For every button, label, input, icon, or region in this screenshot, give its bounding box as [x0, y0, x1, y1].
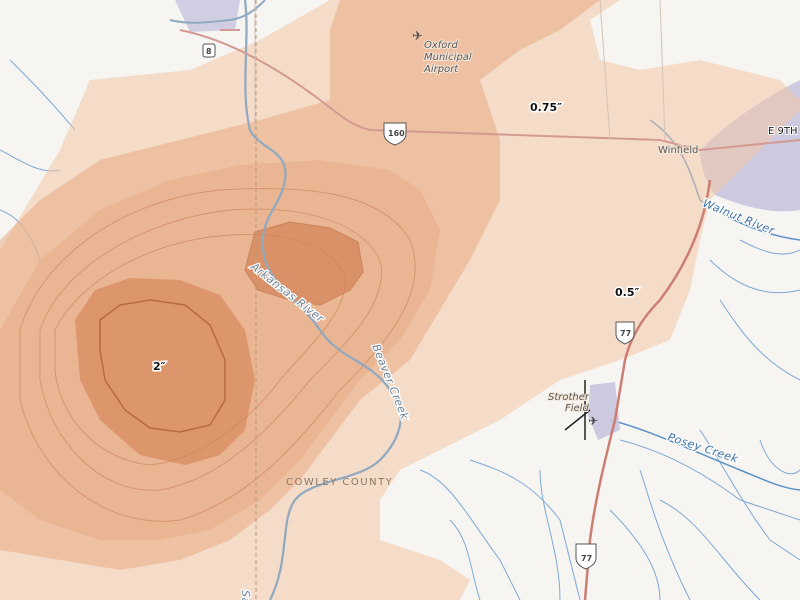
oxford-airport-marker: ✈: [412, 29, 423, 44]
contour-label-2-inch: 2″: [153, 360, 166, 373]
airport-icon: ✈: [588, 414, 598, 428]
contour-label-0-75-inch: 0.75″: [530, 101, 562, 114]
route-77-south-text: 77: [581, 554, 592, 563]
contour-label-0-5-inch: 0.5″: [615, 286, 639, 299]
oxford-airport-line-2: Municipal: [424, 52, 472, 63]
oxford-airport-line-1: Oxford: [424, 40, 459, 51]
county-label: COWLEY COUNTY: [286, 477, 393, 488]
route-shield-77-north: 77: [615, 321, 635, 345]
route-8-text: 8: [206, 47, 212, 56]
e9th-street-label: E 9TH: [768, 126, 798, 137]
precipitation-map: 2″ 0.75″ 0.5″ ✈ Oxford Municipal Airport…: [0, 0, 800, 600]
route-shield-8: 8: [202, 43, 216, 58]
route-160-text: 160: [388, 129, 405, 138]
oxford-airport-line-3: Airport: [423, 64, 459, 75]
strother-line-1: Strother: [548, 392, 590, 403]
winfield-label: Winfield: [658, 145, 698, 156]
route-77-north-text: 77: [620, 329, 631, 338]
airport-icon: ✈: [412, 29, 423, 44]
strother-line-2: Field: [565, 403, 589, 414]
salt-label: Salt: [239, 590, 252, 600]
